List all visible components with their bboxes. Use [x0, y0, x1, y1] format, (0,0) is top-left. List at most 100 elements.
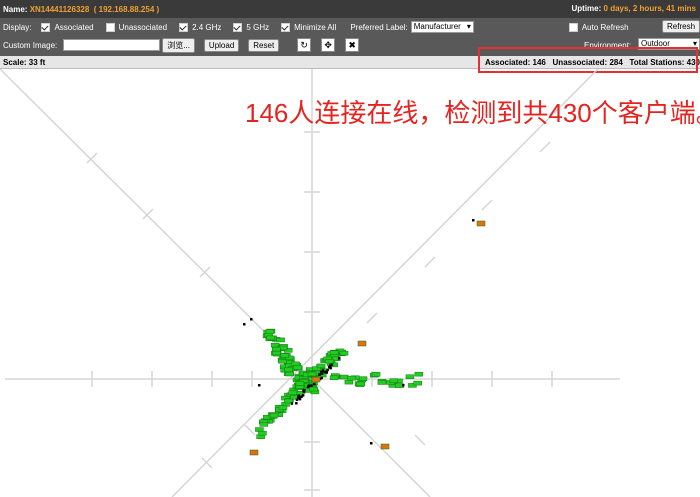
station — [284, 367, 293, 373]
station — [371, 372, 381, 377]
axis-tick — [142, 208, 154, 220]
station — [269, 412, 279, 418]
checkbox-label: Unassociated — [118, 22, 168, 32]
station-map[interactable] — [0, 69, 700, 497]
display-row: Display: Associated Unassociated 2.4 GHz… — [0, 18, 700, 36]
station — [344, 379, 354, 385]
axis-tick — [424, 256, 436, 268]
checkbox-box[interactable] — [41, 22, 51, 32]
station — [329, 350, 339, 355]
uptime-label: Uptime: — [571, 4, 602, 13]
checkbox-box[interactable] — [568, 22, 578, 32]
axis-tick — [366, 312, 378, 324]
station — [307, 371, 317, 377]
unassociated-station — [370, 442, 373, 445]
scale-label: Scale: 33 ft — [3, 58, 46, 67]
highlighted-station — [380, 443, 390, 450]
checkbox-label: 2.4 GHz — [192, 22, 222, 32]
checkbox-label: Associated — [54, 22, 94, 32]
checkbox-box[interactable] — [179, 22, 189, 32]
checkbox-unassociated[interactable]: Unassociated — [105, 22, 168, 32]
unassociated-station — [310, 384, 313, 387]
annotation-text: 146人连接在线，检测到共430个客户端。 — [245, 98, 700, 128]
station — [265, 329, 275, 334]
checkbox-label: Minimize All — [294, 22, 337, 32]
station — [288, 390, 297, 396]
station — [272, 346, 281, 352]
highlighted-station — [357, 340, 367, 347]
uptime-value: 0 days, 2 hours, 41 mins — [603, 4, 696, 13]
collapse-icon[interactable]: ✖ — [345, 38, 360, 52]
station — [280, 353, 290, 358]
checkbox-box[interactable] — [233, 22, 243, 32]
preferred-label: Preferred Label: — [350, 22, 408, 32]
unassociated-station — [402, 384, 405, 387]
unassociated-station — [297, 396, 301, 399]
reset-button[interactable]: Reset — [248, 38, 280, 52]
stations — [243, 219, 486, 456]
station — [325, 359, 334, 364]
unassociated-station — [472, 219, 475, 222]
station — [339, 374, 349, 380]
checkbox-2-4ghz[interactable]: 2.4 GHz — [179, 22, 222, 32]
unassociated-station — [337, 357, 341, 360]
expand-icon[interactable]: ✥ — [321, 38, 336, 52]
unassociated-station — [250, 318, 253, 321]
unassociated-station — [302, 390, 306, 394]
title-bar: Name: XN14441126328 ( 192.168.88.254 ) U… — [0, 0, 700, 18]
device-ip: ( 192.168.88.254 ) — [93, 4, 160, 14]
checkbox-5ghz[interactable]: 5 GHz — [233, 22, 270, 32]
unassociated-station — [290, 402, 294, 405]
unassociated-station — [327, 366, 331, 369]
axis-tick — [539, 141, 551, 153]
uptime: Uptime: 0 days, 2 hours, 41 mins — [572, 4, 697, 13]
image-row: Custom Image: 浏览... Upload Reset ↻ ✥ ✖ E… — [0, 36, 700, 54]
unassociated-station — [295, 402, 298, 405]
device-name: XN14441126328 — [29, 4, 90, 14]
unassociated-station — [318, 373, 321, 376]
station — [293, 365, 302, 370]
station — [377, 380, 387, 385]
auto-refresh-checkbox[interactable]: Auto Refresh — [568, 22, 629, 32]
station — [276, 337, 285, 343]
checkbox-box[interactable] — [281, 22, 291, 32]
rotate-icon[interactable]: ↻ — [297, 38, 312, 52]
station — [278, 405, 288, 410]
station — [413, 380, 422, 386]
station — [258, 430, 267, 436]
highlighted-station — [249, 449, 259, 456]
browse-button[interactable]: 浏览... — [162, 37, 195, 53]
checkbox-minimize-all[interactable]: Minimize All — [281, 22, 337, 32]
checkbox-label: 5 GHz — [246, 22, 270, 32]
preferred-label-select[interactable]: Manufacturer — [410, 21, 474, 33]
upload-button[interactable]: Upload — [203, 38, 240, 52]
unassociated-station — [320, 370, 323, 374]
station — [272, 350, 281, 356]
map-axes — [0, 69, 620, 497]
station — [347, 375, 356, 381]
custom-image-input[interactable] — [63, 39, 161, 51]
highlighted-station — [476, 220, 486, 227]
station — [405, 374, 415, 379]
unassociated-station — [323, 370, 327, 374]
display-label: Display: — [3, 22, 32, 32]
name-label: Name: — [3, 4, 28, 14]
station — [295, 381, 305, 386]
station — [329, 375, 339, 381]
highlighted-station — [311, 376, 321, 383]
axis-tick — [201, 457, 213, 469]
station — [309, 386, 318, 392]
station — [339, 350, 349, 356]
checkbox-box[interactable] — [105, 22, 115, 32]
unassociated-station — [295, 398, 299, 402]
station — [266, 335, 275, 341]
unassociated-station — [326, 368, 329, 372]
station — [259, 422, 269, 427]
unassociated-station — [301, 394, 305, 397]
unassociated-station — [312, 382, 316, 386]
unassociated-station — [306, 385, 310, 389]
station — [389, 378, 399, 383]
refresh-button[interactable]: Refresh — [662, 20, 700, 33]
checkbox-associated[interactable]: Associated — [41, 22, 94, 32]
station — [285, 371, 294, 377]
